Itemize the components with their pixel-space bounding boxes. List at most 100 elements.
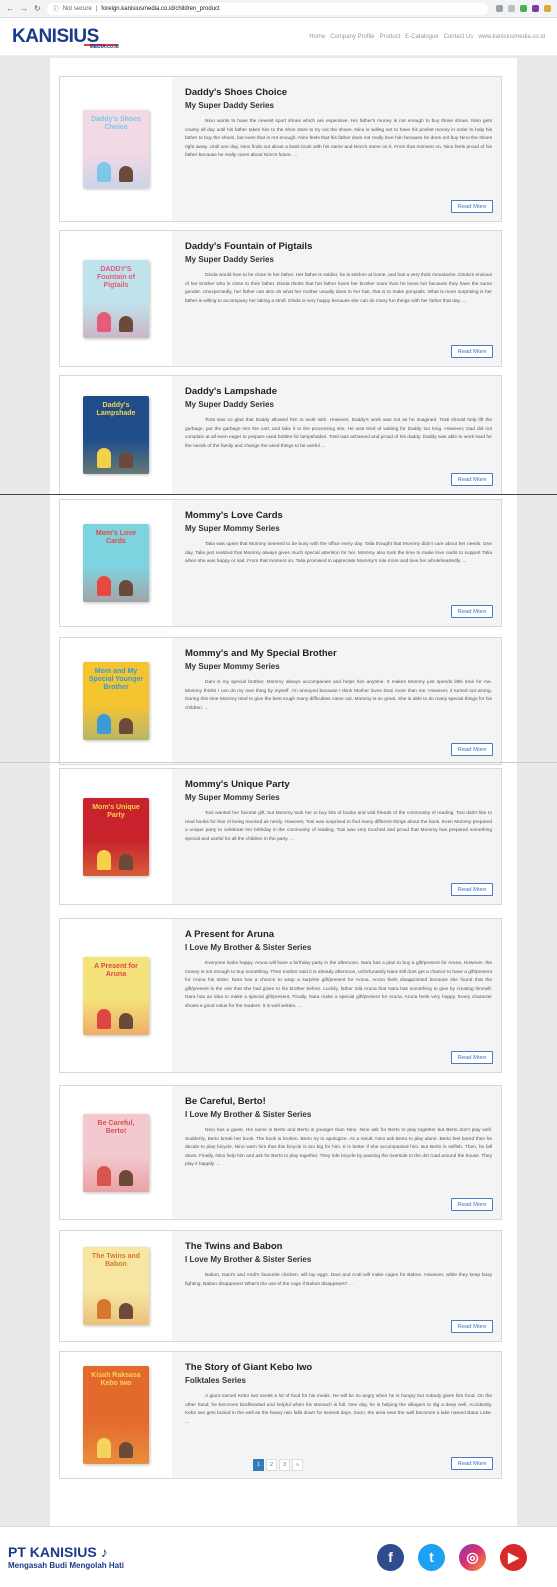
book-cover-area: A Present for Aruna (60, 919, 172, 1072)
main-nav: Home Company Profile Product E-Catalogue… (309, 34, 545, 40)
read-more-button[interactable]: Read More (451, 1051, 493, 1064)
book-cover-image[interactable]: Be Careful, Berto! (83, 1113, 149, 1192)
cover-figure (119, 166, 133, 182)
page-2[interactable]: 2 (266, 1459, 277, 1471)
read-more-button[interactable]: Read More (451, 883, 493, 896)
page-next[interactable]: » (292, 1459, 303, 1471)
cover-figure (119, 1012, 133, 1029)
extension-icon[interactable] (544, 5, 551, 12)
extension-icon[interactable] (532, 5, 539, 12)
nav-e-catalogue[interactable]: E-Catalogue (405, 34, 438, 40)
nav-website[interactable]: www.kanisiusmedia.co.id (478, 34, 545, 40)
read-more-button[interactable]: Read More (451, 1198, 493, 1211)
book-series: My Super Mommy Series (185, 524, 280, 533)
book-cover-area: Mom's Love Cards (60, 500, 172, 626)
reload-icon[interactable]: ↻ (34, 4, 41, 13)
book-cover-image[interactable]: Mom's Love Cards (83, 524, 149, 602)
page-3[interactable]: 3 (279, 1459, 290, 1471)
book-description: Nino has a guest. His name is Berto and … (185, 1128, 492, 1168)
nav-company-profile[interactable]: Company Profile (330, 34, 374, 40)
read-more-button[interactable]: Read More (451, 345, 493, 358)
book-cover-image[interactable]: Daddy's Lampshade (83, 396, 149, 474)
forward-icon[interactable]: → (20, 4, 28, 13)
book-title[interactable]: Daddy's Lampshade (185, 386, 492, 398)
book-description: Talia was upset that Mommy seemed to be … (185, 542, 492, 565)
back-icon[interactable]: ← (6, 4, 14, 13)
site-logo[interactable]: KANISIUS MEDIA.co.id (12, 26, 119, 50)
cover-title: Be Careful, Berto! (97, 1119, 135, 1135)
nav-product[interactable]: Product (380, 34, 401, 40)
book-title[interactable]: A Present for Aruna (185, 929, 492, 941)
read-more-button[interactable]: Read More (451, 605, 493, 618)
cover-title: Mom and My Special Younger Brother (88, 668, 144, 691)
book-info: Daddy's Fountain of Pigtails My Super Da… (185, 241, 492, 306)
cover-figure (119, 580, 133, 596)
page-seam (0, 494, 557, 495)
book-cover-image[interactable]: Mom and My Special Younger Brother (83, 662, 149, 740)
book-series: I Love My Brother & Sister Series (185, 1110, 312, 1119)
book-title[interactable]: Mommy's and My Special Brother (185, 648, 492, 660)
social-links: f t ◎ ▶ (377, 1543, 527, 1571)
nav-contact-us[interactable]: Contact Us (444, 34, 474, 40)
cover-title: A Present for Aruna (94, 962, 138, 978)
book-title[interactable]: Be Careful, Berto! (185, 1096, 492, 1108)
cover-illustration (83, 438, 149, 474)
book-card: The Twins and Babon The Twins and Babon … (59, 1230, 502, 1342)
book-info: Mommy's Love Cards My Super Mommy Series… (185, 510, 492, 567)
book-description: Tosti was so glad that Daddy allowed him… (185, 418, 492, 449)
facebook-icon[interactable]: f (377, 1543, 404, 1571)
brand-name: PT KANISIUS (8, 1544, 97, 1560)
book-series: I Love My Brother & Sister Series (185, 1255, 312, 1264)
book-series: I Love My Brother & Sister Series (185, 943, 312, 952)
book-title[interactable]: The Story of Giant Kebo Iwo (185, 1362, 492, 1374)
book-cover-image[interactable]: Kisah Raksasa Kebo Iwo (83, 1366, 149, 1464)
read-more-button[interactable]: Read More (451, 200, 493, 213)
book-cover-image[interactable]: Mom's Unique Party (83, 797, 149, 876)
cover-illustration (83, 152, 149, 188)
brand-tagline: Mengasah Budi Mengolah Hati (8, 1561, 125, 1570)
cover-figure (97, 311, 111, 332)
cover-title: Kisah Raksasa Kebo Iwo (91, 1372, 141, 1387)
read-more-button[interactable]: Read More (451, 1320, 493, 1333)
cover-illustration (83, 1289, 149, 1325)
read-more-button[interactable]: Read More (451, 473, 493, 486)
book-title[interactable]: Daddy's Fountain of Pigtails (185, 241, 492, 253)
cover-illustration (83, 302, 149, 338)
extension-icon[interactable] (520, 5, 527, 12)
address-bar[interactable]: ⓘ Not secure | foreign.kanisiusmedia.co.… (46, 2, 488, 15)
info-icon[interactable]: ⓘ (53, 4, 59, 13)
page-1[interactable]: 1 (253, 1459, 264, 1471)
book-title[interactable]: The Twins and Babon (185, 1241, 492, 1253)
book-info: The Story of Giant Kebo Iwo Folktales Se… (185, 1362, 492, 1427)
site-header: KANISIUS MEDIA.co.id Home Company Profil… (0, 18, 557, 56)
book-info: Mommy's Unique Party My Super Mommy Seri… (185, 779, 492, 844)
book-card: Daddy's Shoes Choice Daddy's Shoes Choic… (59, 76, 502, 222)
twitter-icon[interactable]: t (418, 1543, 445, 1571)
nav-home[interactable]: Home (309, 34, 325, 40)
translate-icon[interactable] (496, 5, 503, 12)
page-seam (0, 762, 557, 763)
book-cover-image[interactable]: The Twins and Babon (83, 1247, 149, 1325)
cover-illustration (83, 566, 149, 602)
book-cover-image[interactable]: A Present for Aruna (83, 956, 149, 1035)
product-list: Daddy's Shoes Choice Daddy's Shoes Choic… (50, 58, 517, 1526)
read-more-button[interactable]: Read More (451, 1457, 493, 1470)
book-cover-image[interactable]: DADDY'S Fountain of Pigtails (83, 259, 149, 338)
youtube-icon[interactable]: ▶ (500, 1543, 527, 1571)
book-cover-image[interactable]: Daddy's Shoes Choice (83, 110, 149, 188)
book-title[interactable]: Mommy's Love Cards (185, 510, 492, 522)
cover-figure (97, 849, 111, 870)
book-series: My Super Daddy Series (185, 400, 274, 409)
star-icon[interactable] (508, 5, 515, 12)
book-cover-area: The Twins and Babon (60, 1231, 172, 1341)
cover-illustration (83, 999, 149, 1035)
cover-figure (97, 1008, 111, 1029)
instagram-icon[interactable]: ◎ (459, 1543, 486, 1571)
cover-title: Mom's Unique Party (92, 803, 140, 819)
book-title[interactable]: Daddy's Shoes Choice (185, 87, 492, 99)
security-label: Not secure (62, 5, 92, 12)
book-title[interactable]: Mommy's Unique Party (185, 779, 492, 791)
cover-figure (97, 1165, 111, 1186)
read-more-button[interactable]: Read More (451, 743, 493, 756)
site-footer: PT KANISIUS ♪ Mengasah Budi Mengolah Hat… (0, 1526, 557, 1587)
